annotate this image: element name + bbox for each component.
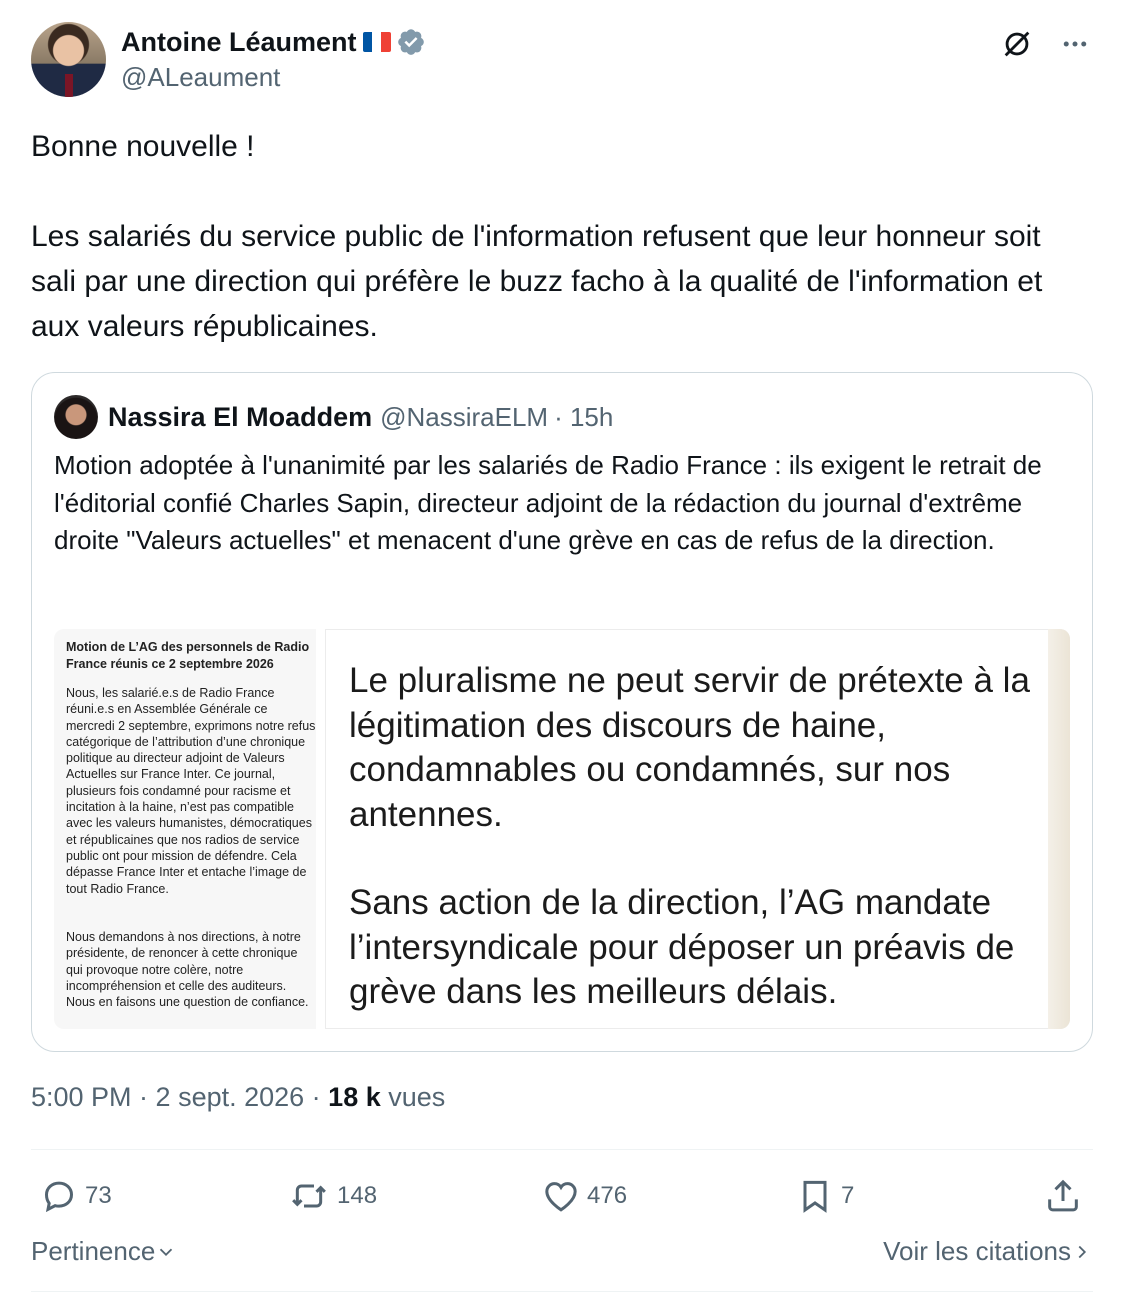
author-display-name[interactable]: Antoine Léaument [121,27,357,58]
quoted-image-document[interactable]: Motion de L’AG des personnels de Radio F… [54,629,316,1029]
like-button[interactable]: 476 [541,1170,627,1222]
chevron-down-icon [160,1248,173,1256]
views-count: 18 k [328,1082,381,1112]
quoted-image-quote[interactable]: Le pluralisme ne peut servir de prétexte… [325,629,1070,1029]
document-paragraph: Nous demandons à nos directions, à notre… [66,930,309,1010]
image-quote-paragraph: Le pluralisme ne peut servir de prétexte… [349,661,1030,834]
more-icon[interactable] [1057,26,1093,62]
grok-icon[interactable] [999,26,1035,62]
author-name-row: Antoine Léaument [121,25,426,59]
document-paragraph: Nous, les salarié.e.s de Radio France ré… [66,686,316,896]
sort-dropdown[interactable]: Pertinence [31,1236,177,1267]
verified-badge-icon[interactable] [396,27,426,57]
reply-button[interactable]: 73 [39,1170,112,1222]
bookmark-count: 7 [841,1182,855,1209]
author-avatar[interactable] [31,22,106,97]
divider [31,1291,1093,1292]
header-actions [999,26,1093,62]
repost-count: 148 [337,1182,378,1209]
quoted-text: Motion adoptée à l'unanimité par les sal… [54,450,1042,555]
quoted-header: Nassira El Moaddem @NassiraELM · 15h [54,395,613,439]
repost-button[interactable]: 148 [287,1170,377,1222]
image-quote-paragraph: Sans action de la direction, l’AG mandat… [349,883,1015,1011]
document-title: Motion de L’AG des personnels de Radio F… [66,640,310,671]
share-button[interactable] [1043,1170,1089,1222]
views-label: vues [380,1082,446,1112]
sort-label: Pertinence [31,1236,156,1266]
like-count: 476 [587,1182,628,1209]
chevron-right-icon [1078,1245,1087,1258]
timestamp-text[interactable]: 5:00 PM · 2 sept. 2026 · [31,1082,328,1112]
heart-icon [545,1182,577,1212]
post-header: Antoine Léaument @ALeaument [31,22,1093,100]
divider [31,1149,1093,1150]
quoted-handle: @NassiraELM [380,401,549,432]
post-timestamp: 5:00 PM · 2 sept. 2026 · 18 k vues [31,1082,445,1113]
bookmark-icon [803,1180,827,1213]
reply-icon [44,1181,74,1213]
quoted-avatar[interactable] [54,395,98,439]
quoted-display-name: Nassira El Moaddem [108,401,373,432]
repost-icon [292,1184,326,1208]
image-edge [1048,629,1070,1029]
bookmark-button[interactable]: 7 [795,1170,854,1222]
replies-toolbar: Pertinence Voir les citations [31,1236,1093,1272]
post-text: Bonne nouvelle ! Les salariés du service… [31,130,1043,343]
view-quotes-link[interactable]: Voir les citations [883,1236,1093,1267]
action-bar: 73 148 476 7 [31,1170,1093,1222]
quoted-post[interactable]: Nassira El Moaddem @NassiraELM · 15h Mot… [31,372,1093,1052]
author-handle[interactable]: @ALeaument [121,62,280,93]
french-flag-icon [362,32,391,52]
share-icon [1048,1179,1078,1212]
view-quotes-label: Voir les citations [883,1236,1071,1266]
quoted-time: · 15h [554,401,614,432]
reply-count: 73 [85,1182,112,1209]
